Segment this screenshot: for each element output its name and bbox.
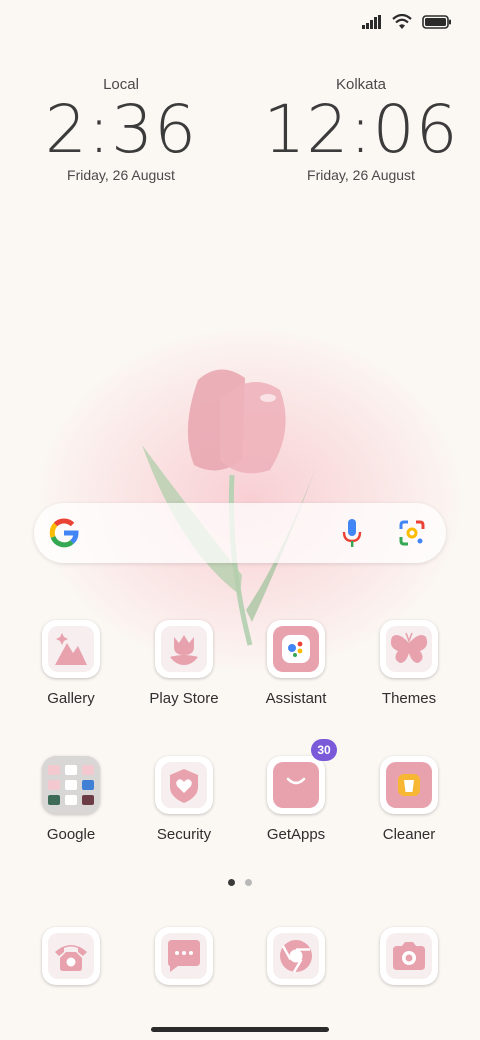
page-indicator	[228, 879, 252, 886]
app-label: Gallery	[47, 690, 95, 707]
tulip-icon	[170, 635, 198, 665]
clock-time: 2:36	[44, 91, 198, 168]
app-label: Play Store	[149, 690, 219, 707]
signal-icon	[362, 15, 381, 29]
google-search-bar[interactable]	[34, 503, 446, 563]
shield-heart-icon	[170, 769, 198, 803]
app-gallery[interactable]: Gallery	[16, 620, 126, 707]
shopping-bag-icon	[286, 777, 306, 785]
home-indicator[interactable]	[151, 1027, 329, 1032]
folder-icon	[42, 756, 100, 814]
app-getapps[interactable]: 30 GetApps	[241, 739, 351, 843]
dock-browser[interactable]	[241, 927, 351, 985]
status-bar	[362, 14, 452, 30]
app-label: Assistant	[265, 690, 327, 707]
battery-icon	[422, 15, 451, 29]
assistant-icon	[282, 635, 310, 663]
trash-icon	[398, 774, 420, 796]
butterfly-icon	[390, 632, 428, 663]
notification-badge: 30	[311, 739, 337, 761]
app-label: Security	[156, 826, 212, 843]
mic-icon[interactable]	[340, 517, 364, 549]
app-assistant[interactable]: Assistant	[241, 620, 351, 707]
app-label: Themes	[381, 690, 437, 707]
clock-time: 12:06	[263, 91, 459, 168]
app-label: Cleaner	[382, 826, 436, 843]
app-themes[interactable]: Themes	[354, 620, 464, 707]
wifi-icon	[392, 14, 412, 29]
gallery-icon	[55, 633, 87, 665]
clock-widget-kolkata[interactable]: Kolkata 12:06 Friday, 26 August	[261, 76, 461, 183]
app-label: Google	[46, 826, 96, 843]
clock-widget-local[interactable]: Local 2:36 Friday, 26 August	[21, 76, 221, 183]
app-security[interactable]: Security	[129, 756, 239, 843]
dock-messages[interactable]	[129, 927, 239, 985]
lens-icon[interactable]	[398, 519, 426, 547]
clock-date: Friday, 26 August	[307, 167, 415, 183]
messages-icon	[168, 940, 200, 972]
app-cleaner[interactable]: Cleaner	[354, 756, 464, 843]
app-label: GetApps	[266, 826, 326, 843]
dock-phone[interactable]	[16, 927, 126, 985]
clock-date: Friday, 26 August	[67, 167, 175, 183]
phone-icon	[55, 945, 87, 971]
page-dot	[245, 879, 252, 886]
camera-icon	[393, 942, 425, 970]
folder-google[interactable]: Google	[16, 756, 126, 843]
app-play-store[interactable]: Play Store	[129, 620, 239, 707]
page-dot-active	[228, 879, 235, 886]
browser-icon	[280, 940, 312, 973]
dock-camera[interactable]	[354, 927, 464, 985]
google-logo-icon	[49, 518, 79, 548]
